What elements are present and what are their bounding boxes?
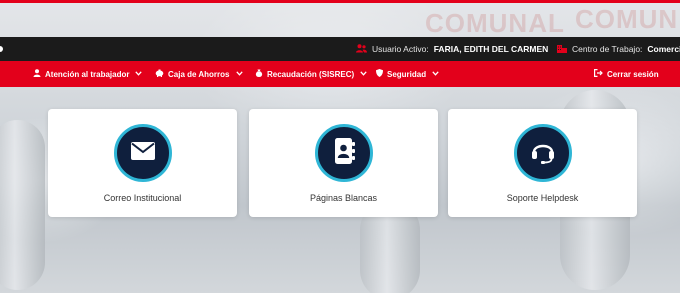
nav-item-label: Seguridad — [387, 69, 427, 79]
user-icon — [33, 69, 41, 79]
chevron-down-icon — [432, 70, 439, 78]
active-user-name: FARIA, EDITH DEL CARMEN — [433, 44, 549, 54]
headset-icon — [530, 138, 556, 169]
work-center: Centro de Trabajo: Comercializ — [557, 37, 680, 61]
envelope-icon — [130, 141, 155, 165]
nav-item-caja-ahorros[interactable]: Caja de Ahorros — [155, 61, 243, 87]
nav-item-label: Atención al trabajador — [45, 69, 130, 79]
chevron-down-icon — [235, 70, 243, 78]
card-label: Soporte Helpdesk — [506, 193, 579, 203]
piggy-bank-icon — [155, 69, 164, 79]
logout-label: Cerrar sesión — [607, 69, 659, 79]
nav-item-seguridad[interactable]: Seguridad — [376, 61, 439, 87]
work-center-name: Comercializ — [647, 44, 680, 54]
card-correo-institucional[interactable]: Correo Institucional — [48, 109, 237, 217]
card-icon-circle — [113, 124, 172, 182]
nav-item-label: Caja de Ahorros — [168, 69, 230, 79]
top-accent-stripe — [0, 0, 680, 3]
card-label: Correo Institucional — [103, 193, 182, 203]
card-label: Páginas Blancas — [309, 193, 378, 203]
work-center-label: Centro de Trabajo: — [572, 44, 643, 54]
nav-item-recaudacion[interactable]: Recaudación (SISREC) — [255, 61, 367, 87]
users-icon — [356, 43, 367, 55]
logout-button[interactable]: Cerrar sesión — [594, 61, 659, 87]
status-bar: Usuario Activo: FARIA, EDITH DEL CARMEN … — [0, 37, 680, 61]
active-user: Usuario Activo: FARIA, EDITH DEL CARMEN — [356, 37, 548, 61]
card-paginas-blancas[interactable]: Páginas Blancas — [249, 109, 438, 217]
chevron-down-icon — [360, 70, 367, 78]
nav-item-atencion-trabajador[interactable]: Atención al trabajador — [33, 61, 143, 87]
card-icon-circle — [314, 124, 373, 182]
card-soporte-helpdesk[interactable]: Soporte Helpdesk — [448, 109, 637, 217]
active-user-label: Usuario Activo: — [372, 44, 429, 54]
address-book-icon — [333, 137, 355, 169]
card-icon-circle — [513, 124, 572, 182]
sign-out-icon — [594, 69, 603, 79]
shield-icon — [376, 69, 383, 79]
status-dot — [0, 46, 3, 52]
building-icon — [557, 44, 567, 55]
main-nav: Atención al trabajador Caja de Ahorros R… — [0, 61, 680, 87]
nav-item-label: Recaudación (SISREC) — [267, 69, 355, 79]
chevron-down-icon — [135, 70, 143, 78]
money-bag-icon — [255, 69, 263, 79]
